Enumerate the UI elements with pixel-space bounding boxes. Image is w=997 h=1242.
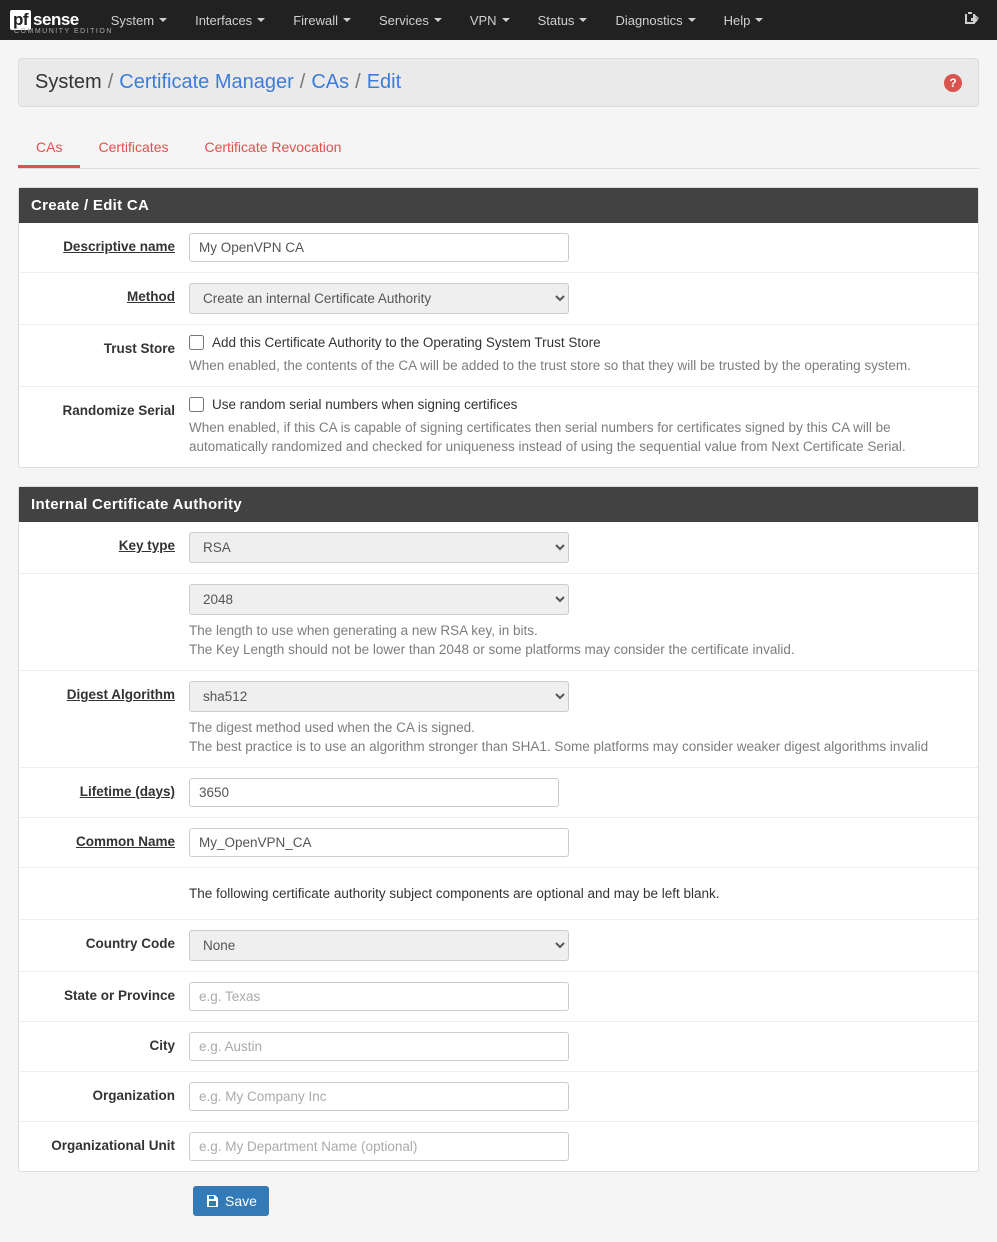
save-button[interactable]: Save (193, 1186, 269, 1216)
tab-certificates[interactable]: Certificates (80, 129, 186, 168)
method-select[interactable]: Create an internal Certificate Authority (189, 283, 569, 314)
label-method: Method (29, 283, 189, 304)
label-state: State or Province (29, 982, 189, 1003)
country-code-select[interactable]: None (189, 930, 569, 961)
randomize-serial-check-label: Use random serial numbers when signing c… (212, 397, 517, 412)
caret-icon (579, 18, 587, 22)
breadcrumb-edit[interactable]: Edit (367, 71, 401, 94)
label-key-length (29, 584, 189, 590)
panel-header: Internal Certificate Authority (19, 487, 978, 522)
key-type-select[interactable]: RSA (189, 532, 569, 563)
caret-icon (688, 18, 696, 22)
label-common-name: Common Name (29, 828, 189, 849)
breadcrumb-separator: / (355, 71, 361, 94)
label-randomize-serial: Randomize Serial (29, 397, 189, 418)
breadcrumb-cert-manager[interactable]: Certificate Manager (119, 71, 294, 94)
label-country-code: Country Code (29, 930, 189, 951)
randomize-serial-checkbox[interactable] (189, 397, 204, 412)
caret-icon (159, 18, 167, 22)
digest-algorithm-select[interactable]: sha512 (189, 681, 569, 712)
trust-store-help: When enabled, the contents of the CA wil… (189, 356, 968, 376)
tab-cert-revocation[interactable]: Certificate Revocation (186, 129, 359, 168)
help-icon[interactable]: ? (944, 74, 962, 92)
label-trust-store: Trust Store (29, 335, 189, 356)
label-lifetime: Lifetime (days) (29, 778, 189, 799)
trust-store-check-label: Add this Certificate Authority to the Op… (212, 335, 601, 350)
nav-help[interactable]: Help (710, 0, 778, 40)
breadcrumb-cas[interactable]: CAs (311, 71, 349, 94)
tabs: CAs Certificates Certificate Revocation (18, 129, 979, 169)
state-input[interactable] (189, 982, 569, 1011)
digest-help1: The digest method used when the CA is si… (189, 718, 968, 738)
nav-interfaces[interactable]: Interfaces (181, 0, 279, 40)
logo-sense: sense (33, 10, 79, 30)
save-icon (205, 1194, 219, 1208)
caret-icon (257, 18, 265, 22)
nav-services[interactable]: Services (365, 0, 456, 40)
logout-icon[interactable] (955, 10, 987, 31)
label-digest-algorithm: Digest Algorithm (29, 681, 189, 702)
label-organization: Organization (29, 1082, 189, 1103)
breadcrumb-root: System (35, 71, 102, 94)
label-ou: Organizational Unit (29, 1132, 189, 1153)
label-key-type: Key type (29, 532, 189, 553)
key-length-help1: The length to use when generating a new … (189, 621, 968, 641)
breadcrumb-separator: / (300, 71, 306, 94)
city-input[interactable] (189, 1032, 569, 1061)
nav-firewall[interactable]: Firewall (279, 0, 365, 40)
nav-status[interactable]: Status (524, 0, 602, 40)
trust-store-checkbox[interactable] (189, 335, 204, 350)
panel-create-edit-ca: Create / Edit CA Descriptive name Method… (18, 187, 979, 468)
optional-note: The following certificate authority subj… (189, 878, 968, 909)
common-name-input[interactable] (189, 828, 569, 857)
organization-input[interactable] (189, 1082, 569, 1111)
key-length-select[interactable]: 2048 (189, 584, 569, 615)
label-city: City (29, 1032, 189, 1053)
logo-edition: COMMUNITY EDITION (14, 28, 113, 35)
lifetime-input[interactable] (189, 778, 559, 807)
panel-internal-ca: Internal Certificate Authority Key type … (18, 486, 979, 1172)
nav-vpn[interactable]: VPN (456, 0, 524, 40)
caret-icon (755, 18, 763, 22)
key-length-help2: The Key Length should not be lower than … (189, 640, 968, 660)
panel-header: Create / Edit CA (19, 188, 978, 223)
logo-pf: pf (10, 10, 31, 30)
caret-icon (502, 18, 510, 22)
tab-cas[interactable]: CAs (18, 129, 80, 168)
randomize-serial-help: When enabled, if this CA is capable of s… (189, 418, 968, 457)
nav-items: System Interfaces Firewall Services VPN … (97, 0, 955, 40)
save-button-label: Save (225, 1193, 257, 1209)
caret-icon (343, 18, 351, 22)
main-navbar: pf sense COMMUNITY EDITION System Interf… (0, 0, 997, 40)
breadcrumb-separator: / (108, 71, 114, 94)
digest-help2: The best practice is to use an algorithm… (189, 737, 968, 757)
logo[interactable]: pf sense COMMUNITY EDITION (10, 10, 79, 30)
breadcrumb: System / Certificate Manager / CAs / Edi… (18, 58, 979, 107)
label-descriptive-name: Descriptive name (29, 233, 189, 254)
descriptive-name-input[interactable] (189, 233, 569, 262)
caret-icon (434, 18, 442, 22)
nav-diagnostics[interactable]: Diagnostics (601, 0, 709, 40)
ou-input[interactable] (189, 1132, 569, 1161)
